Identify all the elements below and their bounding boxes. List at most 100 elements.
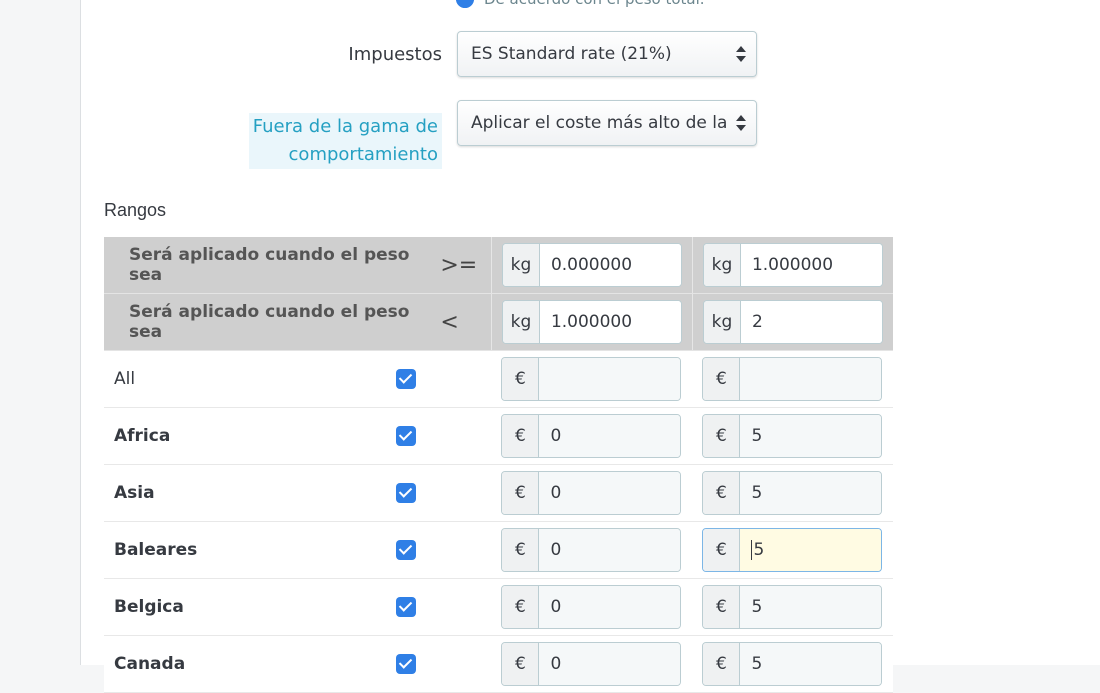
zone-name: All: [104, 350, 441, 408]
price-value[interactable]: [740, 358, 882, 400]
zone-checkbox-cell: [396, 407, 492, 465]
out-of-range-label-line2: comportamiento: [288, 144, 438, 165]
currency-addon: €: [703, 643, 741, 685]
price-input[interactable]: €5: [702, 585, 883, 629]
zone-checkbox[interactable]: [396, 597, 417, 618]
price-value[interactable]: 5: [740, 586, 882, 628]
zone-row-canada: Canada €0 €5: [104, 635, 893, 693]
range-value[interactable]: 2: [740, 301, 882, 343]
price-value-focused[interactable]: 5: [740, 529, 882, 571]
price-value[interactable]: 5: [740, 415, 882, 457]
range-cell: kg 0.000000: [490, 237, 693, 294]
price-input[interactable]: €0: [501, 585, 682, 629]
price-cell: €0: [491, 578, 693, 636]
zone-checkbox[interactable]: [396, 369, 417, 390]
currency-addon: €: [703, 529, 741, 571]
unit-addon: kg: [502, 301, 540, 343]
billing-option-label: De acuerdo con el peso total.: [484, 0, 705, 8]
zone-checkbox-cell: [396, 635, 492, 693]
currency-addon: €: [703, 358, 741, 400]
tax-label: Impuestos: [348, 44, 442, 65]
left-gutter: [0, 0, 81, 665]
price-input[interactable]: €: [702, 357, 883, 401]
billing-option-total-weight[interactable]: De acuerdo con el peso total.: [456, 0, 705, 10]
radio-selected-icon[interactable]: [456, 0, 474, 8]
tax-select[interactable]: ES Standard rate (21%): [457, 31, 757, 77]
price-cell: €5: [692, 521, 893, 579]
zone-checkbox-cell: [396, 578, 492, 636]
zone-row-baleares: Baleares €0 €5: [104, 521, 893, 579]
zone-row-belgica: Belgica €0 €5: [104, 578, 893, 636]
price-value[interactable]: 0: [539, 415, 681, 457]
price-cell: €: [491, 350, 693, 408]
range-start-row: Será aplicado cuando el peso sea >= kg 0…: [104, 237, 893, 294]
price-value[interactable]: 0: [539, 529, 681, 571]
zone-row-asia: Asia €0 €5: [104, 464, 893, 522]
price-cell: €0: [491, 464, 693, 522]
price-input-focused[interactable]: €5: [702, 528, 883, 572]
price-cell: €5: [692, 407, 893, 465]
out-of-range-select[interactable]: Aplicar el coste más alto de la: [457, 100, 757, 146]
zone-checkbox[interactable]: [396, 540, 417, 561]
ranges-section-title: Rangos: [104, 200, 167, 220]
price-cell: €0: [491, 407, 693, 465]
price-cell: €: [692, 350, 893, 408]
out-of-range-label[interactable]: Fuera de la gama de comportamiento: [248, 113, 442, 169]
zone-row-all: All € €: [104, 350, 893, 408]
range-end-input-1[interactable]: kg 1.000000: [501, 300, 682, 344]
currency-addon: €: [502, 643, 540, 685]
zone-checkbox[interactable]: [396, 654, 417, 675]
zone-checkbox-cell: [396, 464, 492, 522]
price-value[interactable]: 0: [539, 643, 681, 685]
range-value[interactable]: 1.000000: [740, 244, 882, 286]
currency-addon: €: [502, 529, 540, 571]
price-input[interactable]: €5: [702, 414, 883, 458]
unit-addon: kg: [703, 301, 741, 343]
range-start-input-1[interactable]: kg 0.000000: [501, 243, 682, 287]
price-input[interactable]: €5: [702, 642, 883, 686]
range-operator: <: [440, 293, 492, 351]
price-value[interactable]: [539, 358, 681, 400]
range-cell: kg 1.000000: [691, 237, 893, 294]
zone-checkbox-cell: [396, 521, 492, 579]
range-value[interactable]: 0.000000: [539, 244, 681, 286]
price-cell: €5: [692, 635, 893, 693]
price-cell: €5: [692, 464, 893, 522]
zone-name: Africa: [104, 407, 441, 465]
price-value-text: 5: [753, 540, 765, 560]
price-value[interactable]: 0: [539, 472, 681, 514]
zone-checkbox[interactable]: [396, 483, 417, 504]
range-condition-label: Será aplicado cuando el peso sea: [104, 293, 441, 351]
select-arrows-icon: [736, 114, 746, 132]
price-value[interactable]: 5: [740, 643, 882, 685]
currency-addon: €: [502, 472, 540, 514]
price-cell: €5: [692, 578, 893, 636]
price-input[interactable]: €0: [501, 642, 682, 686]
tax-select-value: ES Standard rate (21%): [471, 44, 672, 64]
zone-name: Asia: [104, 464, 441, 522]
range-condition-label: Será aplicado cuando el peso sea: [104, 237, 441, 294]
out-of-range-label-line1: Fuera de la gama de: [252, 116, 438, 137]
range-end-row: Será aplicado cuando el peso sea < kg 1.…: [104, 293, 893, 351]
zone-name: Baleares: [104, 521, 441, 579]
price-value[interactable]: 5: [740, 472, 882, 514]
range-operator: >=: [440, 237, 492, 294]
currency-addon: €: [703, 472, 741, 514]
price-input[interactable]: €0: [501, 528, 682, 572]
range-start-input-2[interactable]: kg 1.000000: [702, 243, 883, 287]
out-of-range-select-value: Aplicar el coste más alto de la: [471, 113, 728, 133]
range-value[interactable]: 1.000000: [539, 301, 681, 343]
zone-row-africa: Africa €0 €5: [104, 407, 893, 465]
ranges-table: Será aplicado cuando el peso sea >= kg 0…: [104, 237, 893, 693]
currency-addon: €: [703, 415, 741, 457]
price-input[interactable]: €0: [501, 471, 682, 515]
price-input[interactable]: €5: [702, 471, 883, 515]
price-cell: €0: [491, 521, 693, 579]
currency-addon: €: [502, 415, 540, 457]
price-input[interactable]: €: [501, 357, 682, 401]
zone-checkbox[interactable]: [396, 426, 417, 447]
price-value[interactable]: 0: [539, 586, 681, 628]
range-end-input-2[interactable]: kg 2: [702, 300, 883, 344]
text-caret: [751, 540, 753, 560]
price-input[interactable]: €0: [501, 414, 682, 458]
